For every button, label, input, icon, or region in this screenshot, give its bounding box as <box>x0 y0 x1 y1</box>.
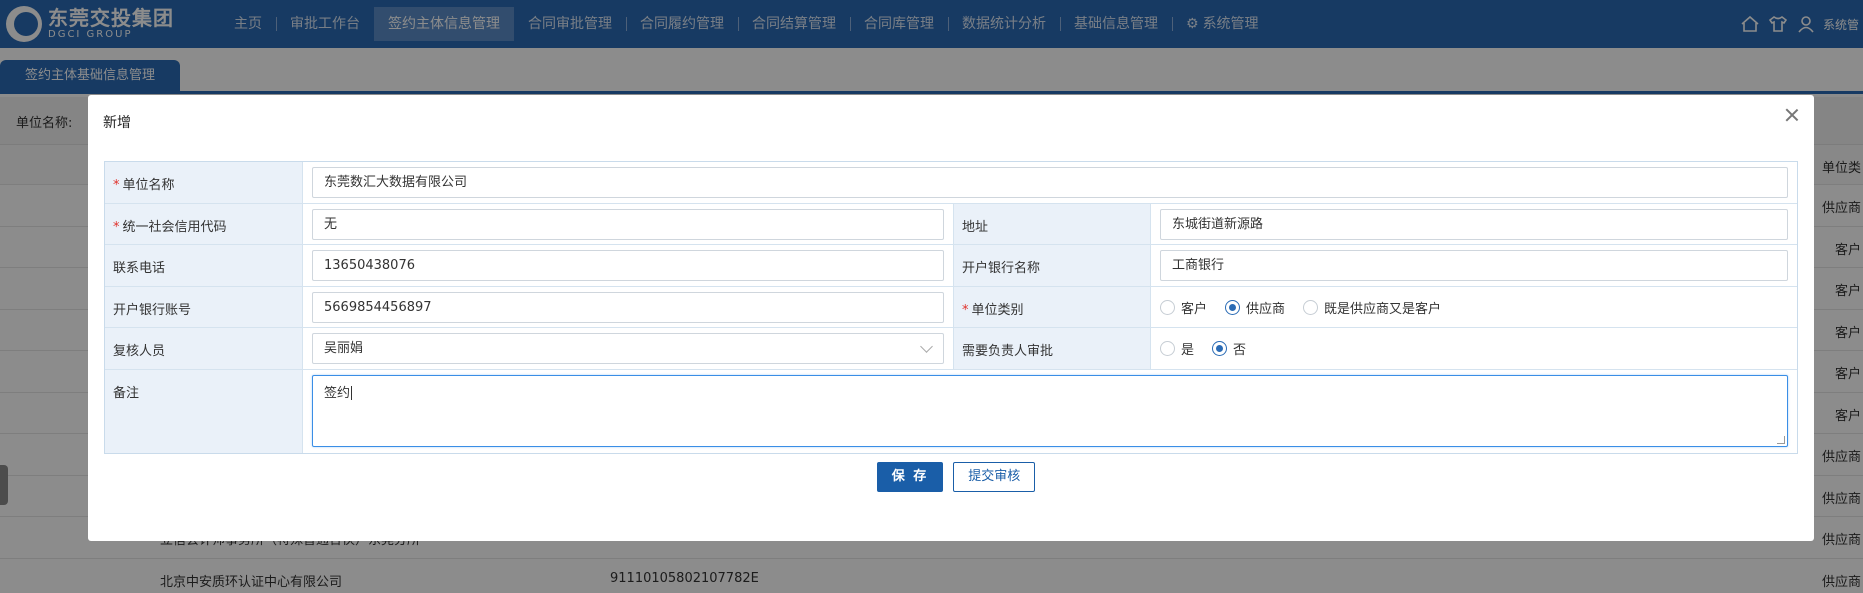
need-approval-label: 需要负责人审批 <box>953 328 1151 369</box>
text-caret <box>351 386 353 401</box>
required-mark: * <box>113 178 120 193</box>
credit-code-label-text: 统一社会信用代码 <box>122 219 227 235</box>
reviewer-select[interactable]: 吴丽娟 <box>312 333 944 365</box>
reviewer-select-value: 吴丽娟 <box>324 341 364 357</box>
bank-name-label: 开户银行名称 <box>953 245 1151 286</box>
credit-code-label: * 统一社会信用代码 <box>105 203 303 245</box>
phone-label: 联系电话 <box>105 245 303 286</box>
unit-type-radio-group: 客户 供应商 既是供应商又是客户 <box>1160 292 1788 323</box>
entity-form: * 单位名称 东莞数汇大数据有限公司 * 统一社会信用代码 无 地址 东城街道新源路… <box>104 161 1798 454</box>
remark-text: 签约 <box>324 385 351 401</box>
dialog-title: 新增 <box>103 115 131 131</box>
remark-textarea[interactable]: 签约 <box>312 374 1788 447</box>
radio-icon[interactable] <box>1160 341 1175 357</box>
radio-label: 既是供应商又是客户 <box>1324 301 1442 317</box>
radio-checked-icon[interactable] <box>1212 341 1228 357</box>
address-input[interactable]: 东城街道新源路 <box>1160 208 1788 240</box>
radio-icon[interactable] <box>1160 299 1175 315</box>
unit-type-label: * 单位类别 <box>953 286 1151 328</box>
unit-type-option-both[interactable]: 既是供应商又是客户 <box>1303 298 1441 317</box>
address-label: 地址 <box>953 203 1151 245</box>
dialog-actions: 保 存 提交审核 <box>88 462 1814 492</box>
resize-handle-icon[interactable] <box>1777 435 1785 444</box>
bank-account-input[interactable]: 5669854456897 <box>312 291 944 323</box>
need-approval-option-no[interactable]: 否 <box>1212 339 1246 358</box>
unit-type-label-text: 单位类别 <box>971 302 1024 318</box>
bank-account-label: 开户银行账号 <box>105 286 303 328</box>
required-mark: * <box>962 302 969 318</box>
unit-type-option-customer[interactable]: 客户 <box>1160 298 1207 317</box>
reviewer-label: 复核人员 <box>105 328 303 369</box>
need-approval-radio-group: 是 否 <box>1160 333 1788 364</box>
close-icon[interactable] <box>1782 105 1802 125</box>
unit-name-label: * 单位名称 <box>105 162 303 203</box>
unit-name-label-text: 单位名称 <box>122 178 175 193</box>
phone-input[interactable]: 13650438076 <box>312 250 944 282</box>
radio-icon[interactable] <box>1303 299 1319 315</box>
need-approval-option-yes[interactable]: 是 <box>1160 339 1194 358</box>
submit-review-button[interactable]: 提交审核 <box>953 462 1036 492</box>
unit-name-input[interactable]: 东莞数汇大数据有限公司 <box>312 167 1788 198</box>
credit-code-input[interactable]: 无 <box>312 208 944 240</box>
add-dialog: 新增 * 单位名称 东莞数汇大数据有限公司 * 统一社会信用代码 无 地址 东城街道… <box>88 95 1814 541</box>
unit-type-option-supplier[interactable]: 供应商 <box>1225 298 1285 317</box>
chevron-down-icon <box>920 340 933 354</box>
radio-label: 客户 <box>1181 301 1208 317</box>
save-button[interactable]: 保 存 <box>876 462 944 492</box>
required-mark: * <box>113 219 120 235</box>
remark-label: 备注 <box>105 369 303 453</box>
radio-label: 否 <box>1233 343 1247 359</box>
radio-checked-icon[interactable] <box>1225 299 1241 315</box>
bank-name-input[interactable]: 工商银行 <box>1160 250 1788 282</box>
radio-label: 是 <box>1181 343 1195 359</box>
radio-label: 供应商 <box>1246 301 1286 317</box>
